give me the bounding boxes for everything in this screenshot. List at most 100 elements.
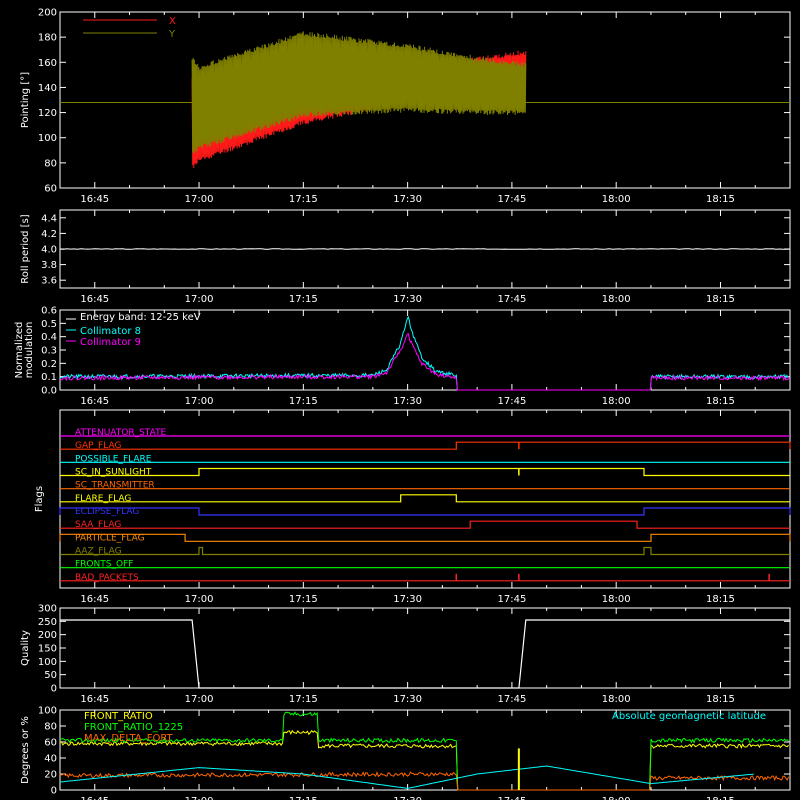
- x-tick-label: 17:30: [393, 396, 422, 407]
- y-tick-label: 120: [38, 108, 57, 119]
- x-tick-label: 16:45: [80, 194, 109, 205]
- x-tick-label: 17:30: [393, 694, 422, 705]
- flag-line: [60, 494, 790, 503]
- x-tick-label: 17:30: [393, 294, 422, 305]
- legend-collimator-9-label: Collimator 9: [80, 337, 141, 348]
- x-tick-label: 17:00: [185, 796, 214, 800]
- geomagnetic-annotation: Absolute geomagnetic latitude: [612, 711, 766, 722]
- flag-line: [60, 546, 790, 556]
- y-tick-label: 50: [44, 670, 57, 681]
- x-tick-label: 17:45: [497, 796, 526, 800]
- y-tick-label: 0: [51, 786, 57, 797]
- x-tick-label: 18:15: [706, 694, 735, 705]
- y-tick-label: 0.0: [41, 386, 57, 397]
- x-tick-label: 18:15: [706, 594, 735, 605]
- x-tick-label: 17:15: [289, 694, 318, 705]
- x-tick-label: 17:45: [497, 694, 526, 705]
- y-tick-label: 4.2: [41, 229, 57, 240]
- x-tick-label: 17:30: [393, 594, 422, 605]
- y-axis-label: Degrees or %: [20, 716, 31, 784]
- legend-ratio-label: FRONT_RATIO_1225: [84, 722, 183, 733]
- y-tick-label: 140: [38, 83, 57, 94]
- x-tick-label: 18:15: [706, 294, 735, 305]
- y-tick-label: 0.3: [41, 346, 57, 357]
- y-axis-label: Pointing [°]: [20, 72, 31, 128]
- x-tick-label: 17:00: [185, 694, 214, 705]
- x-tick-label: 18:00: [602, 796, 631, 800]
- flag-line: [59, 533, 791, 542]
- y-tick-label: 4.4: [41, 213, 57, 224]
- x-tick-label: 18:15: [706, 396, 735, 407]
- x-tick-label: 17:00: [185, 396, 214, 407]
- y-axis-label: Quality: [20, 630, 31, 666]
- roll-period-line: [59, 248, 791, 250]
- y-tick-label: 200: [38, 8, 57, 19]
- legend-y-label: Y: [168, 29, 176, 40]
- x-tick-label: 16:45: [80, 396, 109, 407]
- rhessi-quicklook-chart: 16:45 17:00 17:15 17:30 17:45 18:00 18:15 60 80 1…: [0, 0, 800, 800]
- stacked-time-series-plots: 16:45 17:00 17:15 17:30 17:45 18:00 18:15 60 80 1…: [14, 8, 791, 800]
- y-tick-label: 80: [44, 158, 57, 169]
- x-tick-label: 17:15: [289, 194, 318, 205]
- y-tick-label: 150: [38, 644, 57, 655]
- y-axis-label: modulation: [24, 322, 35, 379]
- x-tick-label: 18:00: [602, 694, 631, 705]
- x-tick-label: 18:00: [602, 294, 631, 305]
- y-tick-label: 0.1: [41, 372, 57, 383]
- x-tick-label: 18:00: [602, 396, 631, 407]
- y-tick-label: 60: [44, 738, 57, 749]
- y-axis-label: Flags: [34, 486, 45, 512]
- x-tick-label: 16:45: [80, 694, 109, 705]
- y-tick-label: 80: [44, 722, 57, 733]
- x-tick-label: 18:00: [602, 594, 631, 605]
- y-tick-label: 100: [38, 657, 57, 668]
- x-tick-label: 17:15: [289, 294, 318, 305]
- plot-frame-3: [59, 409, 791, 589]
- x-tick-label: 18:15: [706, 194, 735, 205]
- y-tick-label: 4.0: [41, 245, 57, 256]
- x-tick-label: 17:15: [289, 594, 318, 605]
- y-tick-label: 0.2: [41, 359, 57, 370]
- legend-collimator-8-label: Collimator 8: [80, 326, 141, 337]
- x-tick-label: 16:45: [80, 294, 109, 305]
- x-tick-label: 17:00: [185, 594, 214, 605]
- y-axis-label: Roll period [s]: [20, 214, 31, 283]
- collimator-8-line: [59, 315, 790, 391]
- x-tick-label: 16:45: [80, 594, 109, 605]
- x-tick-label: 18:00: [602, 194, 631, 205]
- x-tick-label: 17:45: [497, 194, 526, 205]
- flag-line: [60, 441, 791, 450]
- y-tick-label: 0.4: [41, 332, 57, 343]
- x-tick-label: 18:15: [706, 796, 735, 800]
- x-tick-label: 17:15: [289, 796, 318, 800]
- y-tick-label: 100: [38, 706, 57, 717]
- flag-line: [59, 507, 791, 516]
- y-tick-label: 60: [44, 184, 57, 195]
- x-tick-label: 17:45: [497, 396, 526, 407]
- y-tick-label: 0.5: [41, 319, 57, 330]
- flag-line: [60, 467, 790, 477]
- flag-line: [60, 520, 790, 529]
- y-tick-label: 200: [38, 630, 57, 641]
- y-tick-label: 300: [38, 604, 57, 615]
- y-tick-label: 160: [38, 58, 57, 69]
- legend-x-label: X: [169, 16, 176, 27]
- y-tick-label: 0.6: [41, 306, 57, 317]
- x-tick-label: 17:30: [393, 194, 422, 205]
- legend-ratio-label: MAX_DELTA_FORT: [84, 733, 174, 744]
- y-tick-label: 40: [44, 754, 57, 765]
- y-tick-label: 100: [38, 133, 57, 144]
- y-tick-label: 250: [38, 617, 57, 628]
- legend-energy-band: Energy band: 12-25 keV: [80, 312, 201, 323]
- legend-ratio-label: FRONT_RATIO: [84, 711, 153, 722]
- x-tick-label: 17:00: [185, 294, 214, 305]
- y-tick-label: 3.8: [41, 260, 57, 271]
- y-tick-label: 3.6: [41, 276, 57, 287]
- x-tick-label: 17:15: [289, 396, 318, 407]
- y-tick-label: 180: [38, 33, 57, 44]
- x-tick-label: 17:45: [497, 594, 526, 605]
- x-tick-label: 17:30: [393, 796, 422, 800]
- x-tick-label: 17:00: [185, 194, 214, 205]
- x-tick-label: 17:45: [497, 294, 526, 305]
- y-tick-label: 20: [44, 770, 57, 781]
